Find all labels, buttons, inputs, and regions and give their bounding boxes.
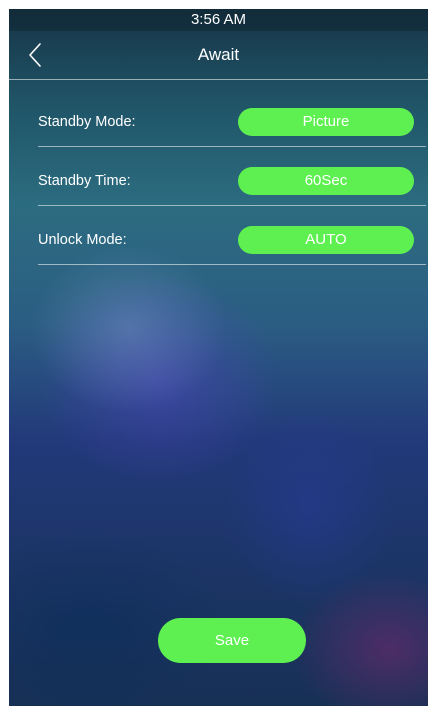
setting-row-standby-time: Standby Time: 60Sec bbox=[38, 167, 426, 225]
status-bar: 3:56 AM bbox=[9, 9, 428, 31]
standby-time-select[interactable]: 60Sec bbox=[238, 167, 414, 195]
unlock-mode-select[interactable]: AUTO bbox=[238, 226, 414, 254]
save-button[interactable]: Save bbox=[158, 618, 306, 663]
setting-row-unlock-mode: Unlock Mode: AUTO bbox=[38, 226, 426, 284]
screen: 3:56 AM Await Standby Mode: Picture Stan… bbox=[9, 9, 428, 706]
setting-row-standby-mode: Standby Mode: Picture bbox=[38, 108, 426, 166]
row-divider bbox=[38, 205, 426, 206]
row-divider bbox=[38, 146, 426, 147]
header: Await bbox=[9, 31, 428, 79]
header-divider bbox=[9, 79, 428, 80]
row-divider bbox=[38, 264, 426, 265]
setting-label: Unlock Mode: bbox=[38, 232, 127, 248]
status-time: 3:56 AM bbox=[190, 11, 247, 28]
setting-label: Standby Mode: bbox=[38, 114, 136, 130]
setting-label: Standby Time: bbox=[38, 173, 131, 189]
standby-mode-select[interactable]: Picture bbox=[238, 108, 414, 136]
page-title: Await bbox=[197, 45, 240, 64]
